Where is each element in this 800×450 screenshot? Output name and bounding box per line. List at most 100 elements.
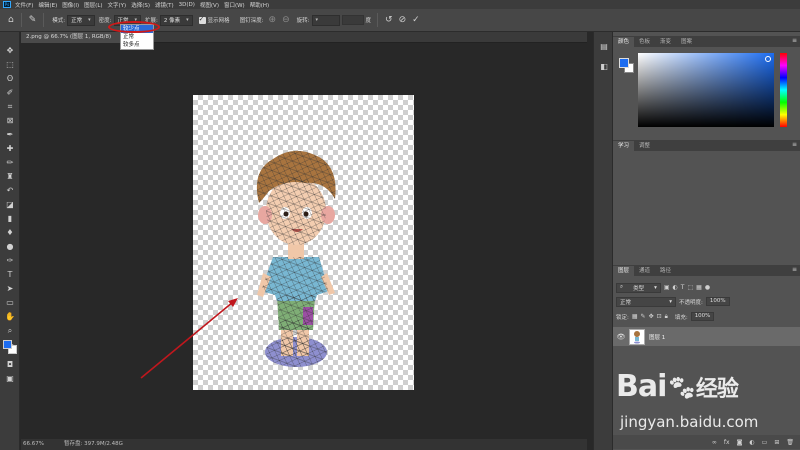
- cancel-icon[interactable]: ⊘: [399, 15, 407, 25]
- eraser-tool-icon[interactable]: ◪: [2, 198, 18, 211]
- panel-menu-icon[interactable]: ≡: [792, 141, 797, 148]
- zoom-level[interactable]: 66.67%: [23, 439, 44, 450]
- puppet-warp-tool-icon[interactable]: ✎: [29, 15, 37, 25]
- rotate-angle-field[interactable]: [341, 15, 364, 25]
- adjustment-filter-icon[interactable]: ◐: [673, 284, 678, 291]
- menu-window[interactable]: 窗口(W): [224, 1, 245, 9]
- expand-select[interactable]: 2 像素 ▾: [159, 14, 193, 26]
- filter-toggle-icon[interactable]: ●: [705, 284, 710, 291]
- blend-mode-select[interactable]: 正常 ▾: [616, 296, 676, 307]
- menu-layer[interactable]: 图层(L): [84, 1, 102, 9]
- history-brush-tool-icon[interactable]: ↶: [2, 184, 18, 197]
- tab-adjustments[interactable]: 调整: [634, 141, 655, 151]
- lock-all-icon[interactable]: 🔒︎: [665, 313, 668, 321]
- fx-icon[interactable]: fx: [724, 439, 730, 446]
- adjustment-icon[interactable]: ◐: [749, 439, 754, 446]
- crop-tool-icon[interactable]: ⌗: [2, 100, 18, 113]
- path-select-tool-icon[interactable]: ➤: [2, 282, 18, 295]
- group-icon[interactable]: ▭: [762, 439, 768, 446]
- eyedropper-tool-icon[interactable]: ✒: [2, 128, 18, 141]
- menu-help[interactable]: 帮助(H): [250, 1, 269, 9]
- menu-select[interactable]: 选择(S): [131, 1, 150, 9]
- clone-stamp-tool-icon[interactable]: ♜: [2, 170, 18, 183]
- document-tab[interactable]: 2.png @ 66.7% (图层 1, RGB/8) ×: [21, 32, 131, 43]
- lasso-tool-icon[interactable]: ʘ: [2, 72, 18, 85]
- fill-input[interactable]: 100%: [690, 312, 715, 321]
- menu-file[interactable]: 文件(F): [15, 1, 33, 9]
- link-icon[interactable]: ∞: [712, 439, 717, 446]
- type-filter-icon[interactable]: T: [681, 284, 685, 291]
- history-icon[interactable]: ▤: [599, 42, 609, 52]
- commit-check-icon[interactable]: ✓: [412, 15, 420, 25]
- layer-row[interactable]: 👁︎ 图层 1: [613, 327, 800, 346]
- lock-position-icon[interactable]: ✥: [649, 313, 654, 320]
- rotate-select[interactable]: ▾: [311, 14, 340, 26]
- canvas[interactable]: [193, 95, 414, 390]
- pixel-filter-icon[interactable]: ▣: [664, 284, 670, 291]
- menu-image[interactable]: 图像(I): [62, 1, 79, 9]
- pin-backward-icon[interactable]: ⊖: [282, 15, 290, 25]
- pin-forward-icon[interactable]: ⊕: [269, 15, 277, 25]
- hand-tool-icon[interactable]: ✋: [2, 310, 18, 323]
- rectangle-tool-icon[interactable]: ▭: [2, 296, 18, 309]
- chevron-down-icon: ▾: [88, 17, 91, 23]
- panel-menu-icon[interactable]: ≡: [792, 37, 797, 44]
- frame-tool-icon[interactable]: ⊠: [2, 114, 18, 127]
- pen-tool-icon[interactable]: ✑: [2, 254, 18, 267]
- hue-slider[interactable]: [780, 53, 787, 127]
- tab-paths[interactable]: 路径: [655, 266, 676, 276]
- quick-mask-icon[interactable]: ◘: [2, 358, 18, 371]
- tab-gradients[interactable]: 渐变: [655, 37, 676, 47]
- tab-swatches[interactable]: 色板: [634, 37, 655, 47]
- mode-select[interactable]: 正常 ▾: [67, 14, 95, 26]
- menu-view[interactable]: 视图(V): [200, 1, 219, 9]
- show-mesh-checkbox[interactable]: [198, 15, 206, 24]
- density-option-fewer[interactable]: 较少点: [121, 25, 153, 33]
- trash-icon[interactable]: 🗑︎: [786, 439, 794, 446]
- mask-icon[interactable]: ◙: [737, 439, 743, 446]
- dodge-tool-icon[interactable]: ●: [2, 240, 18, 253]
- density-option-normal[interactable]: 正常: [121, 33, 153, 41]
- shape-filter-icon[interactable]: ⬚: [687, 284, 693, 291]
- menu-edit[interactable]: 编辑(E): [38, 1, 57, 9]
- tab-patterns[interactable]: 图案: [676, 37, 697, 47]
- picker-cursor[interactable]: [765, 56, 771, 62]
- lock-transparent-icon[interactable]: ▦: [632, 313, 638, 320]
- menu-type[interactable]: 文字(Y): [108, 1, 127, 9]
- tab-learn[interactable]: 学习: [613, 141, 635, 151]
- new-layer-icon[interactable]: ⊞: [774, 439, 779, 446]
- foreground-color-swatch[interactable]: [3, 340, 12, 349]
- home-icon[interactable]: ⌂: [8, 15, 14, 25]
- zoom-tool-icon[interactable]: ⌕: [2, 324, 18, 337]
- tab-color[interactable]: 颜色: [613, 37, 635, 47]
- type-tool-icon[interactable]: T: [2, 268, 18, 281]
- screen-mode-icon[interactable]: ▣: [2, 372, 18, 385]
- visibility-eye-icon[interactable]: 👁︎: [613, 333, 629, 341]
- gradient-tool-icon[interactable]: ▮: [2, 212, 18, 225]
- brush-tool-icon[interactable]: ✏: [2, 156, 18, 169]
- lock-artboard-icon[interactable]: ⊡: [657, 313, 662, 320]
- panel-menu-icon[interactable]: ≡: [792, 266, 797, 273]
- color-picker-field[interactable]: [638, 53, 774, 127]
- layer-name[interactable]: 图层 1: [649, 333, 665, 341]
- smart-object-filter-icon[interactable]: ▦: [696, 284, 702, 291]
- tab-channels[interactable]: 通道: [634, 266, 655, 276]
- move-tool-icon[interactable]: ✥: [2, 44, 18, 57]
- tools-panel: ✥ ⬚ ʘ ✐ ⌗ ⊠ ✒ ✚ ✏ ♜ ↶ ◪ ▮ ♦ ● ✑ T ➤ ▭ ✋ …: [0, 32, 20, 450]
- quick-select-tool-icon[interactable]: ✐: [2, 86, 18, 99]
- foreground-color[interactable]: [619, 58, 629, 68]
- marquee-tool-icon[interactable]: ⬚: [2, 58, 18, 71]
- blur-tool-icon[interactable]: ♦: [2, 226, 18, 239]
- tab-layers[interactable]: 图层: [613, 266, 635, 276]
- photoshop-logo-icon[interactable]: Ps: [3, 1, 11, 8]
- opacity-input[interactable]: 100%: [705, 297, 730, 306]
- menu-filter[interactable]: 滤镜(T): [155, 1, 174, 9]
- layer-kind-filter[interactable]: ⌕ 类型 ▾: [616, 282, 661, 293]
- properties-icon[interactable]: ◧: [599, 62, 609, 72]
- menu-3d[interactable]: 3D(D): [179, 2, 195, 8]
- healing-brush-tool-icon[interactable]: ✚: [2, 142, 18, 155]
- reset-icon[interactable]: ↺: [385, 15, 393, 25]
- layer-thumbnail-image: [634, 330, 640, 343]
- density-option-more[interactable]: 较多点: [121, 41, 153, 49]
- lock-image-icon[interactable]: ✎: [641, 313, 646, 320]
